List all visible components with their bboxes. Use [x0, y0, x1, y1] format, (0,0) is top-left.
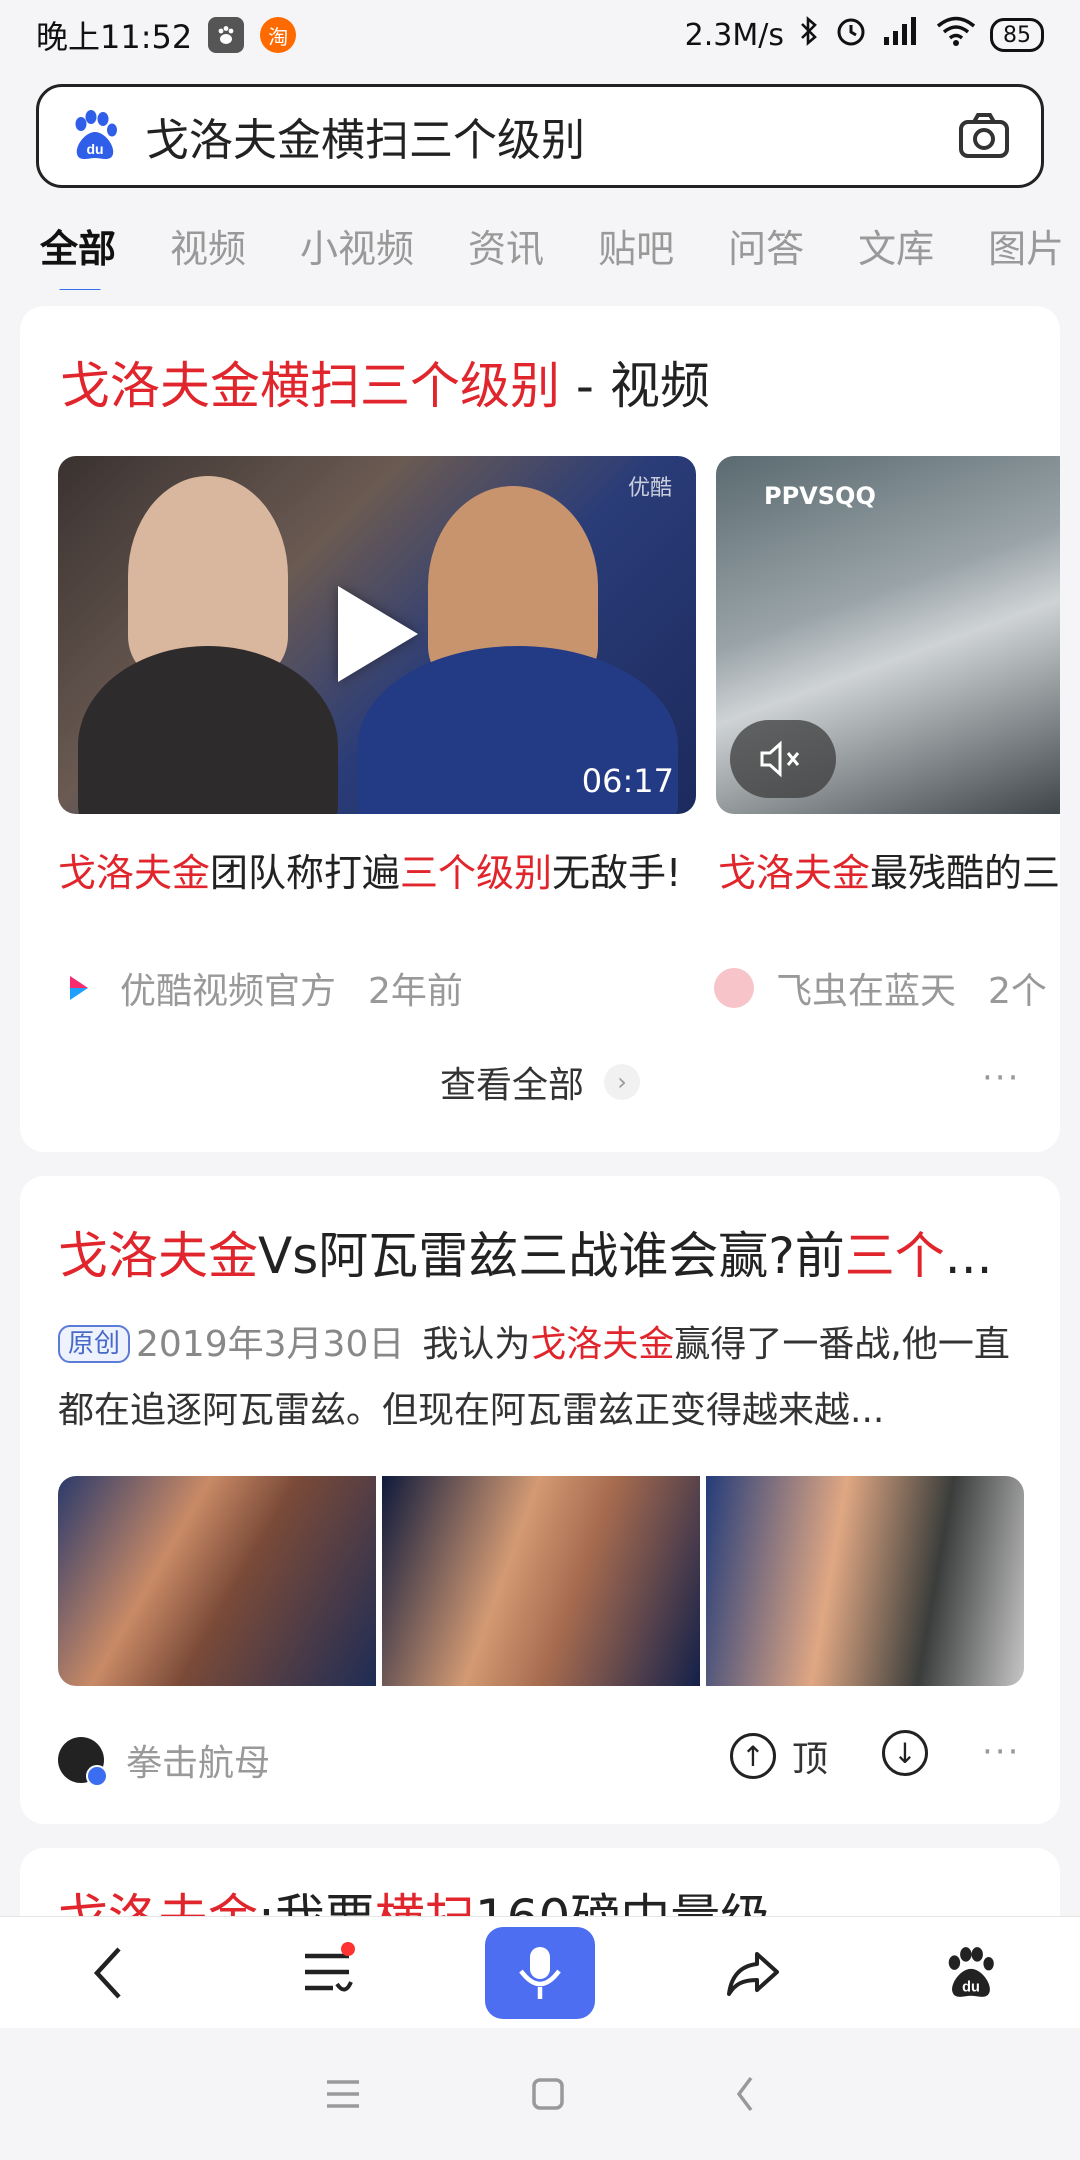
- video-thumbnail[interactable]: 优酷 06:17: [58, 456, 696, 814]
- arrow-up-icon: ↑: [730, 1733, 776, 1779]
- video-source[interactable]: 飞虫在蓝天 2个: [714, 962, 1047, 1014]
- home-icon[interactable]: [530, 2076, 566, 2112]
- recent-apps-icon[interactable]: [323, 2077, 363, 2111]
- video-duration: 06:17: [581, 762, 674, 800]
- view-all-button[interactable]: 查看全部 ›: [440, 1056, 641, 1108]
- avatar: [714, 968, 754, 1008]
- tab-images[interactable]: 图片: [988, 218, 1064, 273]
- tab-news[interactable]: 资讯: [468, 218, 544, 273]
- microphone-icon: [519, 1946, 561, 1999]
- article-author[interactable]: 拳击航母: [58, 1734, 270, 1787]
- youku-logo-icon: [70, 976, 88, 1000]
- article-date: 2019年3月30日: [136, 1324, 405, 1365]
- status-bar: 晚上11:52 淘 2.3M/s 85: [0, 0, 1080, 70]
- video-watermark: PPVSQQ: [764, 482, 876, 510]
- search-input[interactable]: 戈洛夫金横扫三个级别: [145, 104, 955, 168]
- play-icon[interactable]: [338, 586, 418, 682]
- tab-video[interactable]: 视频: [170, 218, 246, 273]
- chevron-left-icon: [93, 1946, 121, 1999]
- tab-qa[interactable]: 问答: [728, 218, 804, 273]
- baidu-app-icon: [208, 17, 245, 53]
- voice-search-button[interactable]: [485, 1926, 595, 2019]
- system-nav-bar: [0, 2028, 1080, 2160]
- network-speed: 2.3M/s: [684, 17, 784, 53]
- system-back-icon[interactable]: [733, 2074, 757, 2114]
- svg-text:du: du: [962, 1979, 980, 1995]
- menu-button[interactable]: [267, 1928, 387, 2018]
- search-tabs: 全部 视频 小视频 资讯 贴吧 问答 文库 图片: [0, 200, 1080, 290]
- camera-icon[interactable]: [955, 107, 1013, 165]
- bottom-toolbar: du: [0, 1916, 1080, 2028]
- baidu-home-button[interactable]: du: [911, 1928, 1031, 2018]
- person-image: [78, 646, 338, 814]
- video-source[interactable]: 优酷视频官方 2年前: [58, 962, 463, 1014]
- article-image[interactable]: [58, 1476, 376, 1686]
- tab-all[interactable]: 全部: [40, 218, 116, 290]
- back-button[interactable]: [49, 1928, 169, 2018]
- status-time: 晚上11:52: [36, 18, 193, 56]
- search-bar[interactable]: du 戈洛夫金横扫三个级别: [36, 84, 1044, 188]
- tab-short-video[interactable]: 小视频: [300, 218, 414, 273]
- taobao-app-icon: 淘: [260, 17, 297, 53]
- battery-indicator: 85: [990, 18, 1044, 52]
- article-result-card: 戈洛夫金Vs阿瓦雷兹三战谁会赢?前三个... 原创 2019年3月30日 我认为戈洛…: [20, 1176, 1060, 1824]
- article-title[interactable]: 戈洛夫金Vs阿瓦雷兹三战谁会赢?前三个...: [58, 1216, 1038, 1288]
- avatar: [58, 1737, 108, 1787]
- wifi-icon: [936, 15, 976, 55]
- article-image[interactable]: [706, 1476, 1024, 1686]
- mute-icon[interactable]: [730, 720, 836, 798]
- share-icon: [727, 1951, 779, 1996]
- article-images[interactable]: [58, 1476, 1024, 1686]
- video-card-title[interactable]: 戈洛夫金横扫三个级别 - 视频: [60, 346, 710, 418]
- share-button[interactable]: [693, 1928, 813, 2018]
- signal-icon: [882, 15, 922, 55]
- youku-watermark: 优酷: [627, 476, 672, 501]
- baidu-paw-icon: du: [948, 1946, 994, 1997]
- baidu-logo-icon: du: [75, 110, 117, 159]
- alarm-icon: [834, 14, 868, 56]
- svg-text:du: du: [86, 141, 103, 157]
- video-thumbnail[interactable]: PPVSQQ: [716, 456, 1060, 814]
- bluetooth-icon: [798, 15, 820, 55]
- article-snippet[interactable]: 原创 2019年3月30日 我认为戈洛夫金赢得了一番战,他一直都在追逐阿瓦雷兹。但现…: [58, 1312, 1038, 1444]
- tab-library[interactable]: 文库: [858, 218, 934, 273]
- video-results-card: 戈洛夫金横扫三个级别 - 视频 优酷 06:17 PPVSQQ 戈洛夫金团队称打…: [20, 306, 1060, 1152]
- downvote-button[interactable]: ↓: [882, 1730, 944, 1776]
- chevron-right-icon: ›: [604, 1064, 641, 1100]
- upvote-button[interactable]: ↑ 顶: [730, 1730, 828, 1782]
- tab-tieba[interactable]: 贴吧: [598, 218, 674, 273]
- arrow-down-icon: ↓: [882, 1730, 928, 1776]
- original-badge: 原创: [58, 1325, 131, 1363]
- more-options-icon[interactable]: ···: [982, 1732, 1020, 1772]
- more-options-icon[interactable]: ···: [982, 1058, 1020, 1098]
- notification-dot: [341, 1941, 355, 1956]
- video-title[interactable]: 戈洛夫金最残酷的三: [718, 842, 1060, 897]
- article-image[interactable]: [382, 1476, 700, 1686]
- video-title[interactable]: 戈洛夫金团队称打遍三个级别无敌手!: [58, 842, 681, 897]
